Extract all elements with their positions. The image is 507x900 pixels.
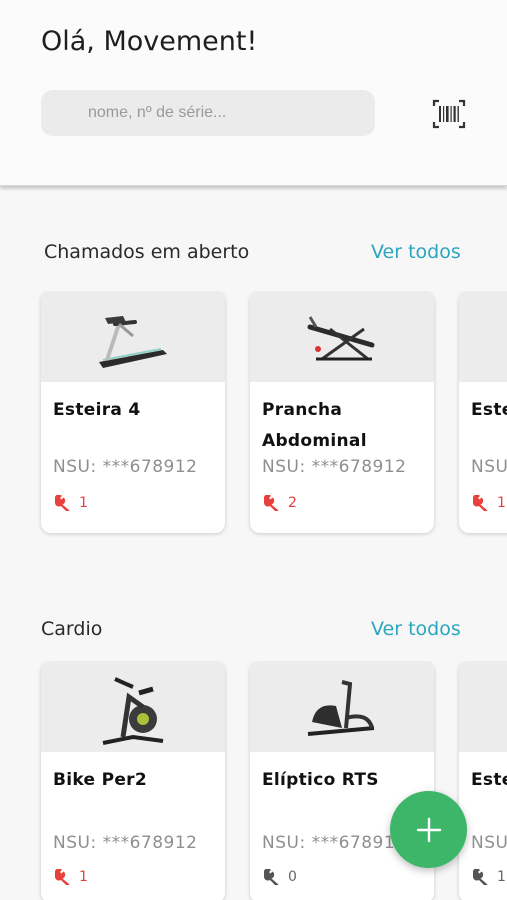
equipment-card[interactable]: Esteira 4 NSU: ***678912 1 xyxy=(41,291,225,533)
card-name: Prancha Abdominal xyxy=(262,400,367,451)
card-nsu: NSU: ***678912 xyxy=(471,833,507,853)
section-title-open-tickets: Chamados em aberto xyxy=(44,241,250,263)
card-ticket-count: 1 xyxy=(53,869,88,885)
ab-board-image xyxy=(250,291,434,382)
search-box[interactable] xyxy=(41,90,375,136)
ticket-count: 1 xyxy=(79,869,88,885)
bike-image xyxy=(41,661,225,752)
card-name: Esteira 4 xyxy=(53,400,141,420)
wrench-icon xyxy=(264,869,279,885)
equipment-card[interactable]: Bike Per2 NSU: ***678912 1 xyxy=(41,661,225,900)
card-ticket-count: 1 xyxy=(471,869,506,885)
equipment-card[interactable]: Esteira G3 NSU: ***678912 1 xyxy=(459,291,507,533)
plus-icon xyxy=(416,817,441,842)
ticket-count: 1 xyxy=(497,495,506,511)
wrench-icon xyxy=(264,495,279,511)
elliptical-image xyxy=(250,661,434,752)
see-all-open-tickets-link[interactable]: Ver todos xyxy=(371,241,461,263)
card-ticket-count: 1 xyxy=(471,495,506,511)
ticket-count: 0 xyxy=(288,869,297,885)
treadmill-image xyxy=(41,291,225,382)
wrench-icon xyxy=(55,495,70,511)
ticket-count: 1 xyxy=(497,869,506,885)
app-header: Olá, Movement! xyxy=(0,0,507,186)
card-ticket-count: 2 xyxy=(262,495,297,511)
equipment-card[interactable]: Prancha Abdominal NSU: ***678912 2 xyxy=(250,291,434,533)
open-tickets-carousel[interactable]: Esteira 4 NSU: ***678912 1 Prancha Abdom… xyxy=(0,291,507,541)
search-input[interactable] xyxy=(41,90,375,136)
wrench-icon xyxy=(473,495,488,511)
equipment-card[interactable]: Esteira NSU: ***678912 1 xyxy=(459,661,507,900)
equipment-card[interactable]: Elíptico RTS NSU: ***678912 0 xyxy=(250,661,434,900)
card-name: Esteira G3 xyxy=(471,400,507,420)
card-nsu: NSU: ***678912 xyxy=(262,457,407,477)
card-name: Elíptico RTS xyxy=(262,770,379,790)
card-ticket-count: 0 xyxy=(262,869,297,885)
card-nsu: NSU: ***678912 xyxy=(53,833,198,853)
card-nsu: NSU: ***678912 xyxy=(262,833,407,853)
greeting-title: Olá, Movement! xyxy=(41,26,258,57)
card-nsu: NSU: ***678912 xyxy=(471,457,507,477)
treadmill-image xyxy=(459,291,507,382)
card-name: Esteira xyxy=(471,770,507,790)
barcode-scan-icon[interactable] xyxy=(432,99,466,129)
wrench-icon xyxy=(473,869,488,885)
card-ticket-count: 1 xyxy=(53,495,88,511)
see-all-cardio-link[interactable]: Ver todos xyxy=(371,618,461,640)
section-title-cardio: Cardio xyxy=(41,618,103,640)
ticket-count: 2 xyxy=(288,495,297,511)
wrench-icon xyxy=(55,869,70,885)
ticket-count: 1 xyxy=(79,495,88,511)
card-name: Bike Per2 xyxy=(53,770,147,790)
card-nsu: NSU: ***678912 xyxy=(53,457,198,477)
add-equipment-button[interactable] xyxy=(390,791,467,868)
treadmill-image xyxy=(459,661,507,752)
